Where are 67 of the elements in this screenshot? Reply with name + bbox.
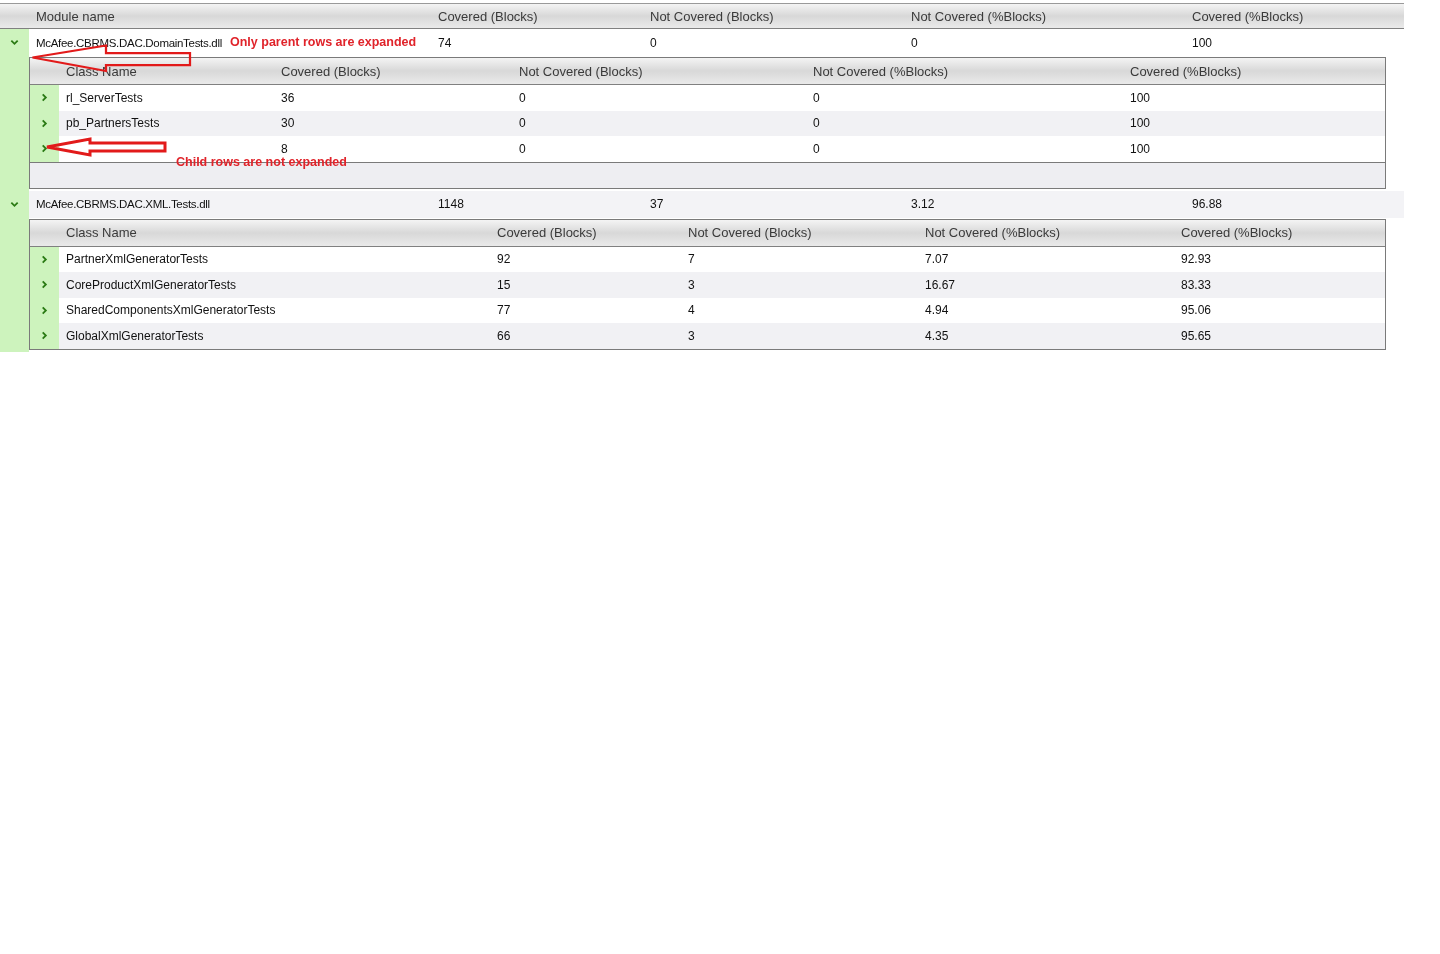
table-cell: 4 (688, 303, 695, 318)
table-cell: 0 (650, 35, 657, 50)
table-cell: 83.33 (1181, 277, 1212, 292)
expand-chevron-icon[interactable] (40, 280, 49, 290)
table-cell: 0 (813, 141, 820, 156)
column-header[interactable]: Not Covered (Blocks) (643, 8, 904, 24)
table-cell: 0 (813, 116, 820, 131)
module-name: McAfee.CBRMS.DAC.XML.Tests.dll (36, 198, 210, 210)
table-cell: 0 (519, 116, 526, 131)
table-cell: 77 (497, 303, 511, 318)
class-name: CoreProductXmlGeneratorTests (66, 277, 237, 292)
column-header[interactable]: Covered (%Blocks) (1123, 63, 1376, 79)
table-cell: 0 (519, 141, 526, 156)
class-name: PartnerXmlGeneratorTests (66, 252, 209, 267)
class-name: GlobalXmlGeneratorTests (66, 328, 204, 343)
column-header[interactable]: Covered (%Blocks) (1185, 8, 1404, 24)
table-cell: 7 (688, 252, 695, 267)
table-cell: 100 (1130, 141, 1151, 156)
column-header[interactable]: Not Covered (%Blocks) (904, 8, 1185, 24)
table-cell: 0 (813, 90, 820, 105)
column-header[interactable]: Module name (29, 8, 431, 24)
table-cell: 95.06 (1181, 303, 1212, 318)
table-cell: 96.88 (1192, 197, 1223, 211)
table-cell: 100 (1192, 35, 1213, 50)
expand-chevron-icon[interactable] (40, 331, 49, 341)
table-cell: 15 (497, 277, 511, 292)
table-cell: 8 (281, 141, 288, 156)
column-header[interactable]: Covered (%Blocks) (1174, 225, 1365, 240)
module-name: McAfee.CBRMS.DAC.DomainTests.dll (36, 36, 222, 49)
table-cell: 4.35 (925, 328, 949, 343)
class-name: SharedComponentsXmlGeneratorTests (66, 303, 276, 318)
table-cell: 100 (1130, 116, 1151, 131)
table-cell: 37 (650, 197, 664, 211)
table-cell: 95.65 (1181, 328, 1212, 343)
expand-chevron-icon[interactable] (40, 254, 49, 264)
table-cell: 7.07 (925, 252, 949, 267)
column-header[interactable]: Covered (Blocks) (274, 63, 512, 79)
column-header[interactable]: Not Covered (Blocks) (512, 63, 806, 79)
table-cell: 36 (281, 90, 295, 105)
column-header[interactable]: Covered (Blocks) (431, 8, 643, 24)
annotation-label: Only parent rows are expanded (230, 35, 417, 49)
column-header[interactable]: Class Name (59, 225, 490, 240)
class-name: rl_ServerTests (66, 90, 143, 105)
table-cell: 1148 (438, 197, 464, 211)
table-cell: 0 (519, 90, 526, 105)
expand-chevron-icon[interactable] (40, 118, 49, 128)
column-header[interactable]: Not Covered (%Blocks) (806, 63, 1123, 79)
table-cell: 100 (1130, 90, 1151, 105)
expand-chevron-icon[interactable] (40, 93, 49, 103)
table-cell: 0 (911, 35, 918, 50)
table-cell: 30 (281, 116, 295, 131)
column-header[interactable]: Not Covered (%Blocks) (918, 225, 1174, 240)
table-cell: 16.67 (925, 277, 956, 292)
column-header[interactable]: Covered (Blocks) (490, 225, 681, 240)
table-cell: 3 (688, 328, 695, 343)
class-name: pb_PartnersTests (66, 116, 160, 131)
table-cell: 92.93 (1181, 252, 1212, 267)
expand-chevron-icon[interactable] (10, 38, 19, 47)
table-cell: 3.12 (911, 197, 935, 211)
expand-chevron-icon[interactable] (40, 305, 49, 315)
table-cell: 74 (438, 35, 452, 50)
table-cell: 4.94 (925, 303, 949, 318)
column-header[interactable]: Not Covered (Blocks) (681, 225, 918, 240)
expand-chevron-icon[interactable] (40, 144, 49, 154)
table-cell: 3 (688, 277, 695, 292)
table-cell: 92 (497, 252, 511, 267)
table-cell: 66 (497, 328, 511, 343)
